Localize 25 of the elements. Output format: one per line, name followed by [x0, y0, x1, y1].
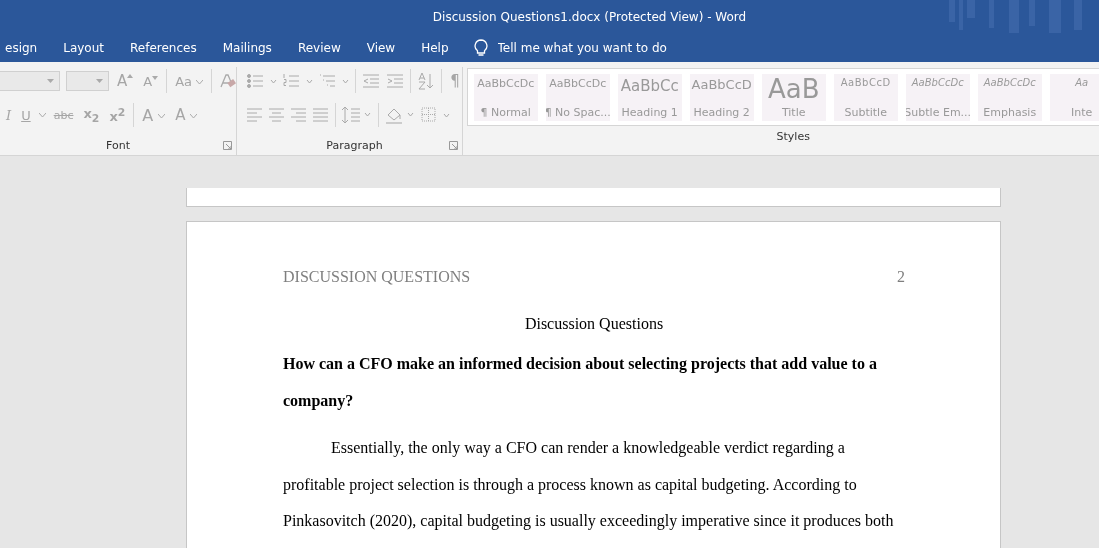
body-paragraph: Essentially, the only way a CFO can render a knowledgeable verdict regarding a profitable project selection is through a process known as capital budgeting. According to Pinkasovitch (2020), capital budgeting is usually exceedingly imperative since it produces both — [283, 438, 895, 532]
ribbon-tab[interactable]: esign — [0, 33, 51, 62]
tell-me-field[interactable]: Tell me what you want to do — [473, 38, 718, 57]
window-title: Discussion Questions1.docx (Protected View) - Word — [432, 9, 747, 24]
caret-icon — [158, 114, 166, 118]
document-title: Discussion Questions — [523, 315, 665, 333]
down-triangle-icon — [152, 75, 159, 80]
caret-icon — [196, 80, 204, 84]
caret-icon — [47, 79, 54, 83]
caret-icon — [96, 79, 103, 83]
ribbon-tab[interactable]: References — [117, 33, 210, 62]
ribbon-tab[interactable]: View — [353, 33, 409, 62]
question-heading: How can a CFO make an informed decision about selecting projects that add value to a company? — [283, 354, 878, 412]
group-label: Font — [106, 138, 131, 152]
ribbon-tab[interactable]: Mailings — [209, 33, 285, 62]
up-triangle-icon — [127, 74, 134, 78]
group-label: Paragraph — [326, 138, 383, 152]
caret-icon — [190, 113, 198, 118]
running-header: DISCUSSION QUESTIONS — [283, 268, 471, 286]
ribbon-tab[interactable]: Review — [284, 33, 354, 62]
ribbon-tab[interactable]: Help — [408, 33, 462, 62]
page-number: 2 — [897, 268, 905, 286]
ribbon-tab[interactable]: Layout — [50, 33, 117, 62]
group-label: Styles — [776, 129, 810, 143]
lightbulb-icon — [473, 38, 488, 57]
